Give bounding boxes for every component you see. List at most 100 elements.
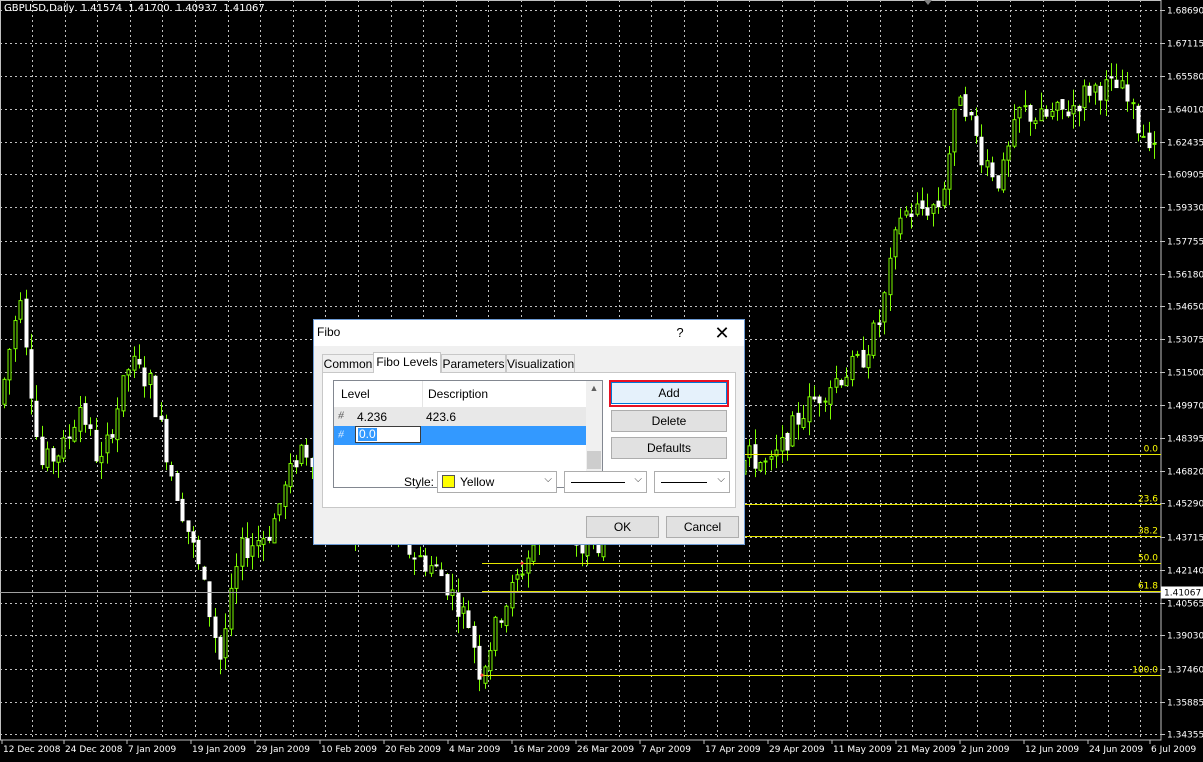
candle-body [164, 418, 169, 463]
candle-body [898, 217, 903, 235]
candle-body [132, 355, 137, 371]
line-style-preview [571, 482, 625, 483]
cancel-button[interactable]: Cancel [666, 516, 739, 538]
color-select[interactable]: Yellow ⌵ [437, 471, 557, 493]
list-header: Level Description [334, 381, 586, 408]
candle-body [2, 378, 7, 405]
candle-body [844, 376, 849, 387]
style-label: Style: [404, 475, 435, 489]
ok-button[interactable]: OK [586, 516, 659, 538]
candle-body [774, 449, 779, 457]
fibo-anchor-point[interactable] [520, 561, 524, 565]
candle-body [888, 257, 893, 296]
candle-body [1087, 85, 1092, 96]
tab-parameters[interactable]: Parameters [441, 354, 506, 372]
close-icon[interactable]: ✕ [710, 323, 734, 343]
fibo-level-label: 50.0 [1138, 554, 1158, 564]
fibo-level-label: 38.2 [1138, 527, 1158, 537]
candle-body [466, 610, 471, 629]
price-tick-label: 1.59330 [1167, 204, 1203, 214]
line-style-select[interactable]: ⌵ [564, 471, 647, 493]
candle-body [769, 456, 774, 460]
candle-body [159, 415, 164, 420]
candle-body [207, 581, 212, 618]
candle-body [493, 616, 498, 651]
candle-body [747, 445, 752, 459]
candle-body [40, 436, 45, 466]
candle-body [67, 436, 72, 439]
candle-body [180, 498, 185, 522]
description-column-header[interactable]: Description [428, 387, 488, 401]
fibo-level-label: 23.6 [1138, 495, 1158, 505]
level-column-header[interactable]: Level [341, 387, 370, 401]
candle-body [72, 426, 77, 442]
candle-body [488, 650, 493, 672]
candle-body [936, 200, 941, 208]
tab-visualization[interactable]: Visualization [506, 354, 575, 372]
candle-body [834, 378, 839, 388]
candle-body [499, 620, 504, 623]
defaults-button[interactable]: Defaults [611, 437, 727, 459]
candle-body [871, 322, 876, 356]
candle-body [169, 465, 174, 477]
date-tick-label: 7 Apr 2009 [641, 745, 691, 755]
level-edit-field[interactable]: 0.0 [355, 426, 421, 443]
candle-body [909, 213, 914, 218]
date-tick-label: 17 Apr 2009 [705, 745, 761, 755]
candle-body [234, 566, 239, 589]
candle-body [267, 536, 272, 541]
candle-body [153, 375, 158, 418]
candle-body [812, 396, 817, 400]
candle-body [1152, 142, 1157, 145]
scroll-thumb[interactable] [587, 451, 601, 469]
candle-body [191, 531, 196, 543]
candle-body [272, 518, 277, 544]
candle-body [963, 94, 968, 117]
candle-body [412, 557, 417, 560]
level-description[interactable]: 423.6 [426, 410, 456, 424]
candle-body [1098, 85, 1103, 101]
tab-common[interactable]: Common [322, 354, 374, 372]
fibo-anchor-point[interactable] [480, 673, 484, 677]
candle-body [83, 403, 88, 425]
date-tick-label: 21 May 2009 [897, 745, 956, 755]
candle-body [1055, 101, 1060, 111]
candle-body [29, 349, 34, 399]
candle-body [510, 581, 515, 609]
level-value[interactable]: 4.236 [357, 410, 387, 424]
scroll-up-icon[interactable]: ▲ [586, 383, 602, 393]
chevron-down-icon: ⌵ [634, 474, 642, 485]
candle-body [1125, 84, 1130, 102]
candle-body [7, 348, 12, 381]
candle-body [256, 540, 261, 547]
line-width-select[interactable]: ⌵ [654, 471, 730, 493]
level-edit-text[interactable]: 0.0 [358, 428, 377, 441]
candle-body [974, 116, 979, 136]
candle-body [51, 448, 56, 462]
candle-body [882, 292, 887, 323]
candle-body [1060, 99, 1065, 110]
price-tick-label: 1.49970 [1167, 402, 1203, 412]
date-tick-label: 19 Jan 2009 [192, 745, 246, 755]
candle-body [1093, 84, 1098, 93]
level-row[interactable]: ⧣ 4.236 423.6 [334, 407, 586, 426]
level-row-selected[interactable]: ⧣ 0.0 [334, 426, 586, 445]
help-icon[interactable]: ? [670, 323, 690, 343]
candle-body [175, 472, 180, 501]
candle-body [126, 369, 131, 376]
candle-body [137, 358, 142, 365]
candle-body [213, 616, 218, 638]
delete-button[interactable]: Delete [611, 410, 727, 432]
dialog-titlebar[interactable]: Fibo ? ✕ [314, 320, 744, 346]
candle-body [78, 406, 83, 432]
price-tick-label: 1.43715 [1167, 534, 1203, 544]
candle-body [796, 412, 801, 425]
candle-body [429, 565, 434, 574]
candle-body [218, 636, 223, 660]
tab-fibo-levels[interactable]: Fibo Levels [373, 352, 441, 373]
candle-body [18, 300, 23, 320]
price-tick-label: 1.48395 [1167, 435, 1203, 445]
column-divider[interactable] [422, 381, 423, 407]
chart-shift-marker[interactable] [924, 0, 932, 5]
candle-body [958, 96, 963, 106]
